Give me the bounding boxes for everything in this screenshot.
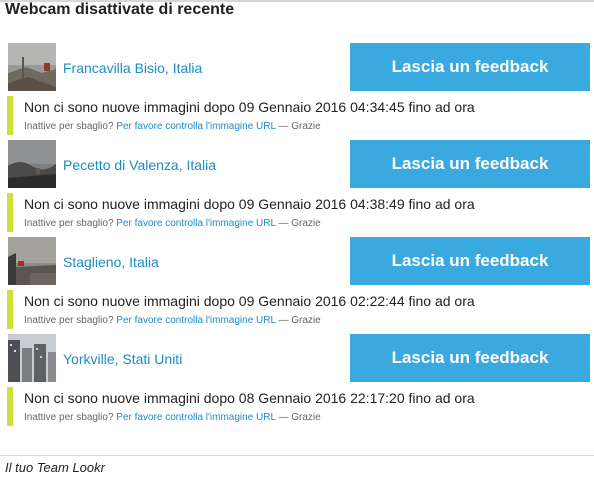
page-title: Webcam disattivate di recente: [5, 1, 235, 18]
feedback-button[interactable]: Lascia un feedback: [350, 43, 590, 91]
webcam-card: Francavilla Bisio, Italia Lascia un feed…: [5, 43, 590, 140]
notice-accent-bar: [7, 387, 13, 426]
question-text: Inattive per sbaglio?: [24, 315, 114, 326]
notice-accent-bar: [7, 193, 13, 232]
inactive-notice: Non ci sono nuove immagini dopo 09 Genna…: [5, 193, 590, 232]
report-line: Inattive per sbaglio? Per favore control…: [24, 121, 321, 133]
webcam-name-link[interactable]: Pecetto di Valenza, Italia: [63, 156, 216, 174]
webcam-thumbnail[interactable]: [8, 43, 56, 91]
webcam-thumbnail[interactable]: [8, 334, 56, 382]
report-line: Inattive per sbaglio? Per favore control…: [24, 412, 321, 424]
webcam-card: Staglieno, Italia Lascia un feedback Non…: [5, 237, 590, 334]
webcam-thumbnail[interactable]: [8, 140, 56, 188]
check-url-link[interactable]: Per favore controlla l'immagine URL: [116, 218, 275, 229]
check-url-link[interactable]: Per favore controlla l'immagine URL: [116, 412, 275, 423]
inactive-message: Non ci sono nuove immagini dopo 09 Genna…: [24, 293, 475, 309]
webcam-card: Yorkville, Stati Uniti Lascia un feedbac…: [5, 334, 590, 431]
feedback-button[interactable]: Lascia un feedback: [350, 334, 590, 382]
thanks-text: — Grazie: [278, 218, 321, 229]
notice-accent-bar: [7, 290, 13, 329]
question-text: Inattive per sbaglio?: [24, 121, 114, 132]
inactive-message: Non ci sono nuove immagini dopo 08 Genna…: [24, 390, 475, 406]
thanks-text: — Grazie: [278, 121, 321, 132]
report-line: Inattive per sbaglio? Per favore control…: [24, 315, 321, 327]
question-text: Inattive per sbaglio?: [24, 218, 114, 229]
feedback-button[interactable]: Lascia un feedback: [350, 140, 590, 188]
thanks-text: — Grazie: [278, 315, 321, 326]
check-url-link[interactable]: Per favore controlla l'immagine URL: [116, 121, 275, 132]
webcam-card: Pecetto di Valenza, Italia Lascia un fee…: [5, 140, 590, 237]
webcam-name-link[interactable]: Francavilla Bisio, Italia: [63, 59, 202, 77]
inactive-notice: Non ci sono nuove immagini dopo 09 Genna…: [5, 96, 590, 135]
inactive-notice: Non ci sono nuove immagini dopo 09 Genna…: [5, 290, 590, 329]
webcam-thumbnail[interactable]: [8, 237, 56, 285]
feedback-button[interactable]: Lascia un feedback: [350, 237, 590, 285]
inactive-notice: Non ci sono nuove immagini dopo 08 Genna…: [5, 387, 590, 426]
webcam-name-link[interactable]: Staglieno, Italia: [63, 253, 159, 271]
webcam-name-link[interactable]: Yorkville, Stati Uniti: [63, 350, 182, 368]
report-line: Inattive per sbaglio? Per favore control…: [24, 218, 321, 230]
signature: Il tuo Team Lookr: [5, 460, 105, 475]
bottom-divider: [0, 455, 594, 456]
notice-accent-bar: [7, 96, 13, 135]
inactive-message: Non ci sono nuove immagini dopo 09 Genna…: [24, 196, 475, 212]
thanks-text: — Grazie: [278, 412, 321, 423]
inactive-message: Non ci sono nuove immagini dopo 09 Genna…: [24, 99, 475, 115]
check-url-link[interactable]: Per favore controlla l'immagine URL: [116, 315, 275, 326]
question-text: Inattive per sbaglio?: [24, 412, 114, 423]
